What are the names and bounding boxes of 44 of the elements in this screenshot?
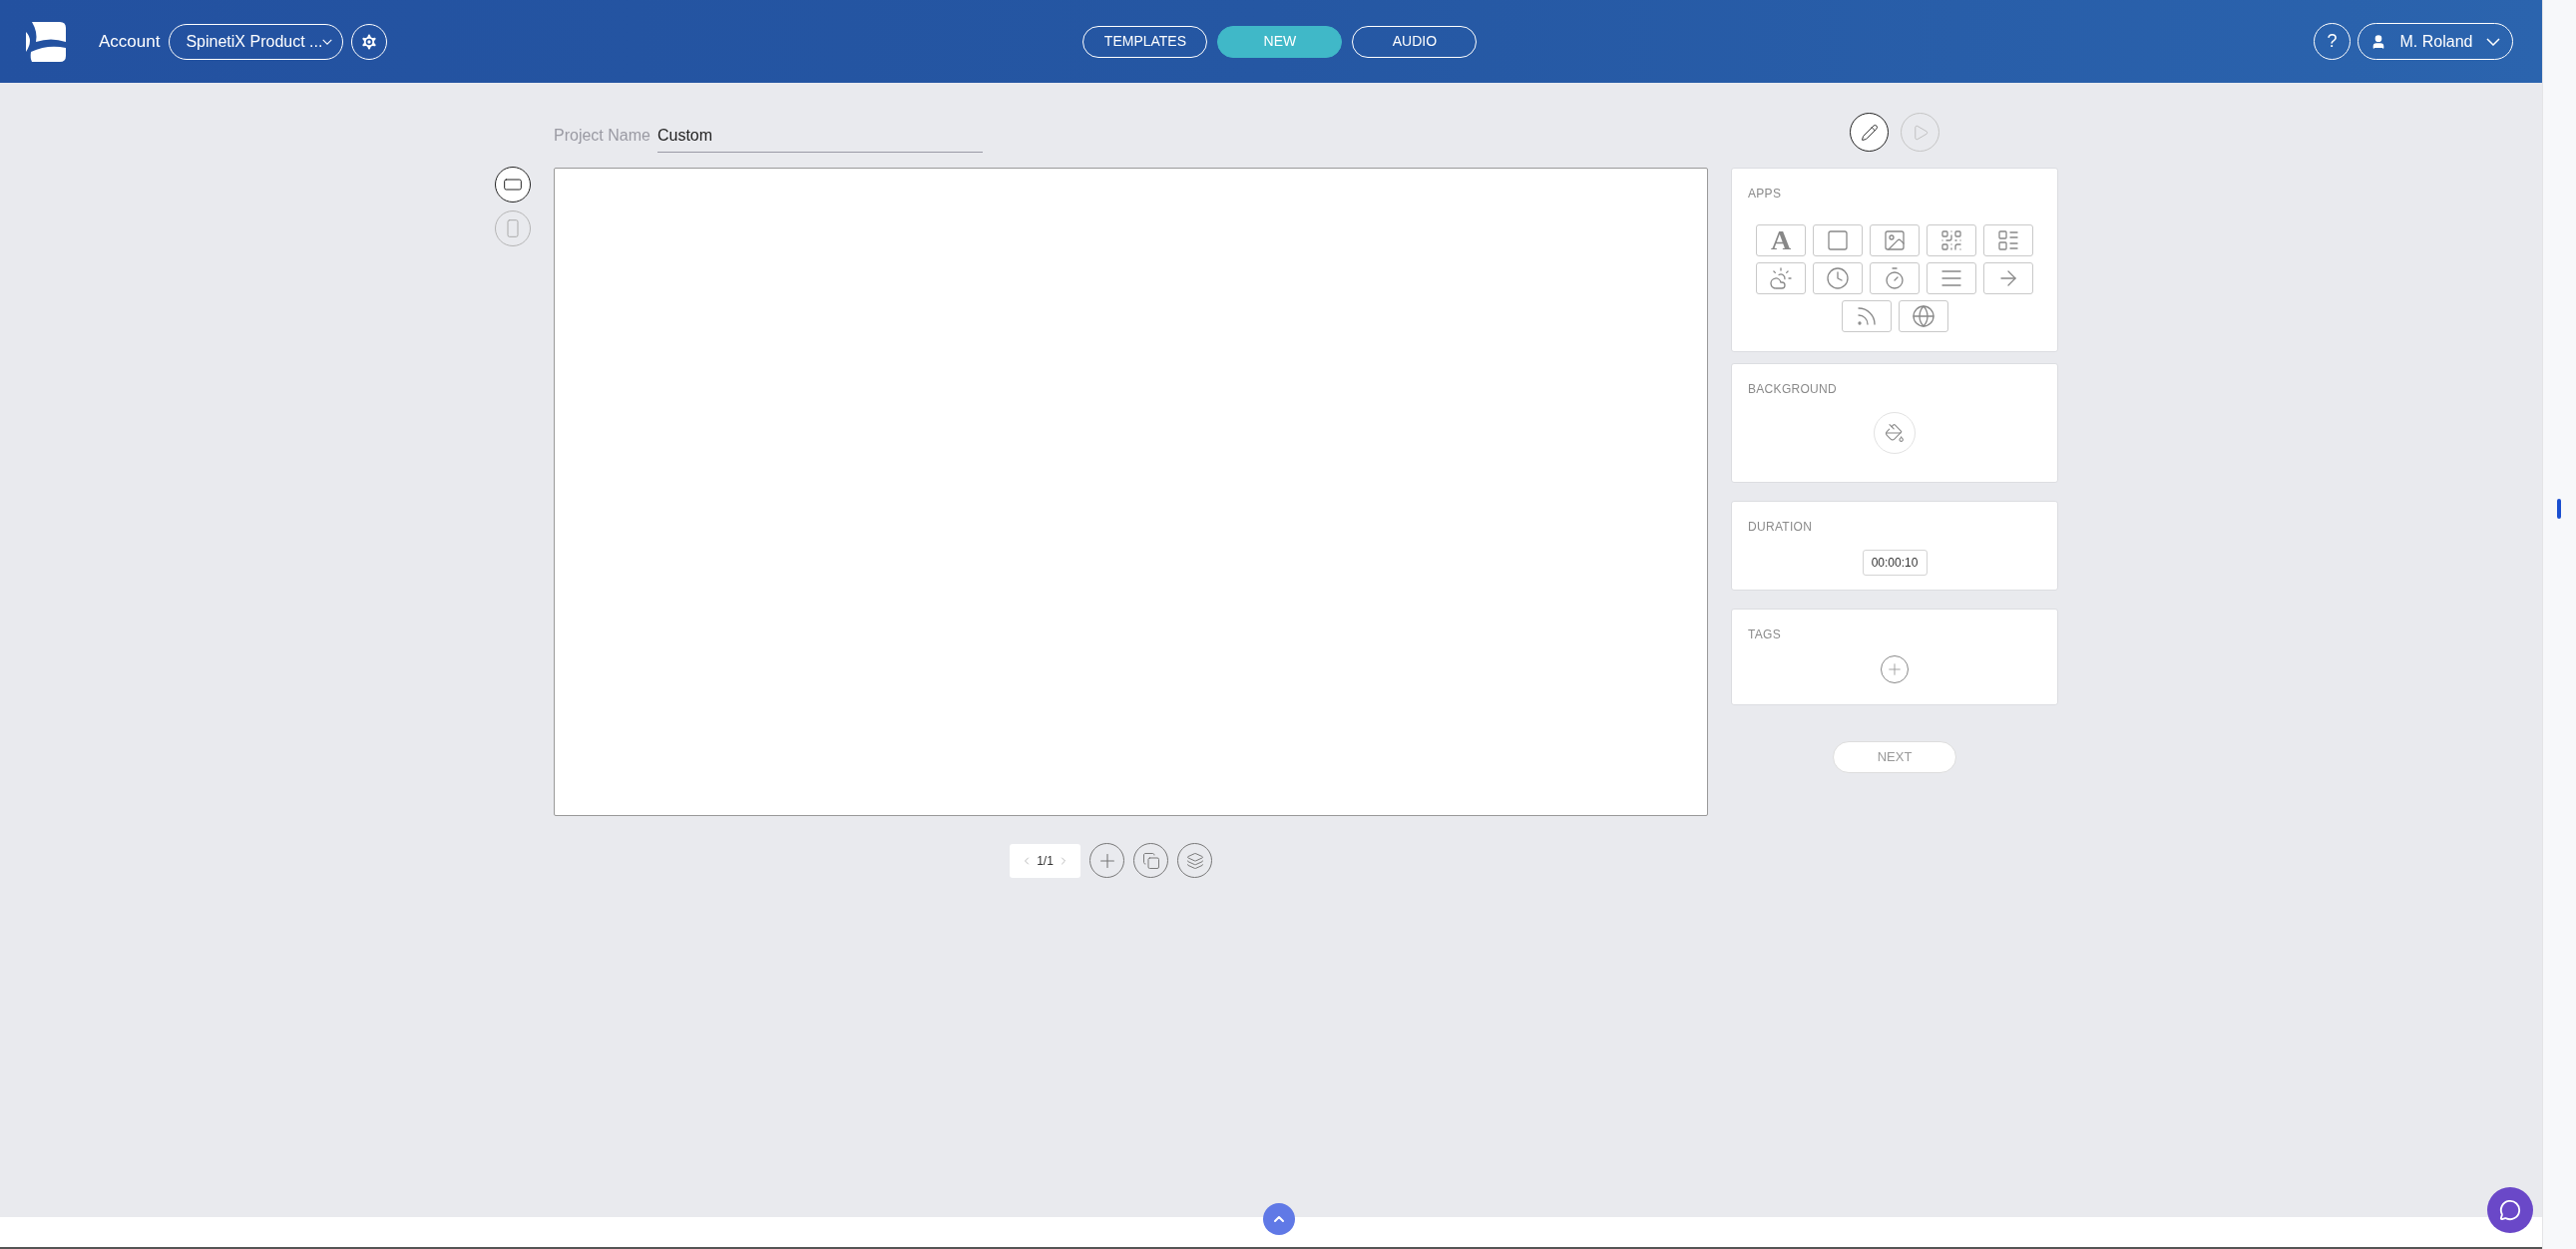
- square-icon: [1826, 228, 1850, 252]
- app-tile-button[interactable]: [1813, 262, 1863, 294]
- panel-title: DURATION: [1748, 519, 1814, 536]
- panel-title: APPS: [1748, 186, 1783, 203]
- chevron-down-icon: [2486, 37, 2500, 46]
- landscape-orientation-button[interactable]: [495, 167, 531, 203]
- clock-icon: [1826, 266, 1850, 290]
- scroll-marker-icon: [2557, 499, 2561, 519]
- project-name-label: Project Name: [554, 126, 650, 146]
- image-icon: [1883, 228, 1907, 252]
- app-tile-button[interactable]: [1983, 262, 2033, 294]
- copy-icon: [1141, 851, 1160, 870]
- app-tile-button[interactable]: [1983, 224, 2033, 256]
- chat-icon: [2499, 1199, 2521, 1221]
- edit-mode-button[interactable]: [1850, 113, 1889, 152]
- panel-title: TAGS: [1748, 626, 1782, 643]
- qr-code-icon: [1939, 228, 1963, 252]
- app-tile-button[interactable]: [1870, 262, 1920, 294]
- stopwatch-icon: [1883, 266, 1907, 290]
- app-tile-button[interactable]: [1927, 224, 1976, 256]
- duration-field[interactable]: 00:00:10: [1862, 550, 1928, 576]
- layers-icon: [1185, 851, 1204, 870]
- app-tile-button[interactable]: [1841, 300, 1892, 332]
- app-tile-button[interactable]: [1813, 224, 1863, 256]
- chevron-down-icon: [322, 37, 333, 46]
- globe-icon: [1911, 304, 1935, 328]
- chat-button[interactable]: [2487, 1187, 2533, 1233]
- cloud-sun-icon: [1769, 266, 1793, 290]
- panel-title: BACKGROUND: [1748, 381, 1838, 398]
- plus-icon: [1886, 660, 1904, 678]
- user-icon: [2370, 33, 2386, 50]
- app-tile-button[interactable]: [1927, 262, 1976, 294]
- project-name-field[interactable]: Custom: [656, 124, 983, 153]
- pencil-icon: [1860, 123, 1879, 142]
- paint-bucket-icon: [1885, 423, 1905, 443]
- app-tile-button[interactable]: A: [1756, 224, 1806, 256]
- account-label: Account: [99, 30, 161, 53]
- app-tile-button[interactable]: [1898, 300, 1948, 332]
- table-icon: [1996, 228, 2020, 252]
- page-counter: 1/1: [1037, 852, 1054, 870]
- logo-icon: [26, 21, 66, 62]
- app-tile-button[interactable]: [1870, 224, 1920, 256]
- scroll-up-button[interactable]: [1263, 1203, 1295, 1235]
- app-tile-button[interactable]: [1756, 262, 1806, 294]
